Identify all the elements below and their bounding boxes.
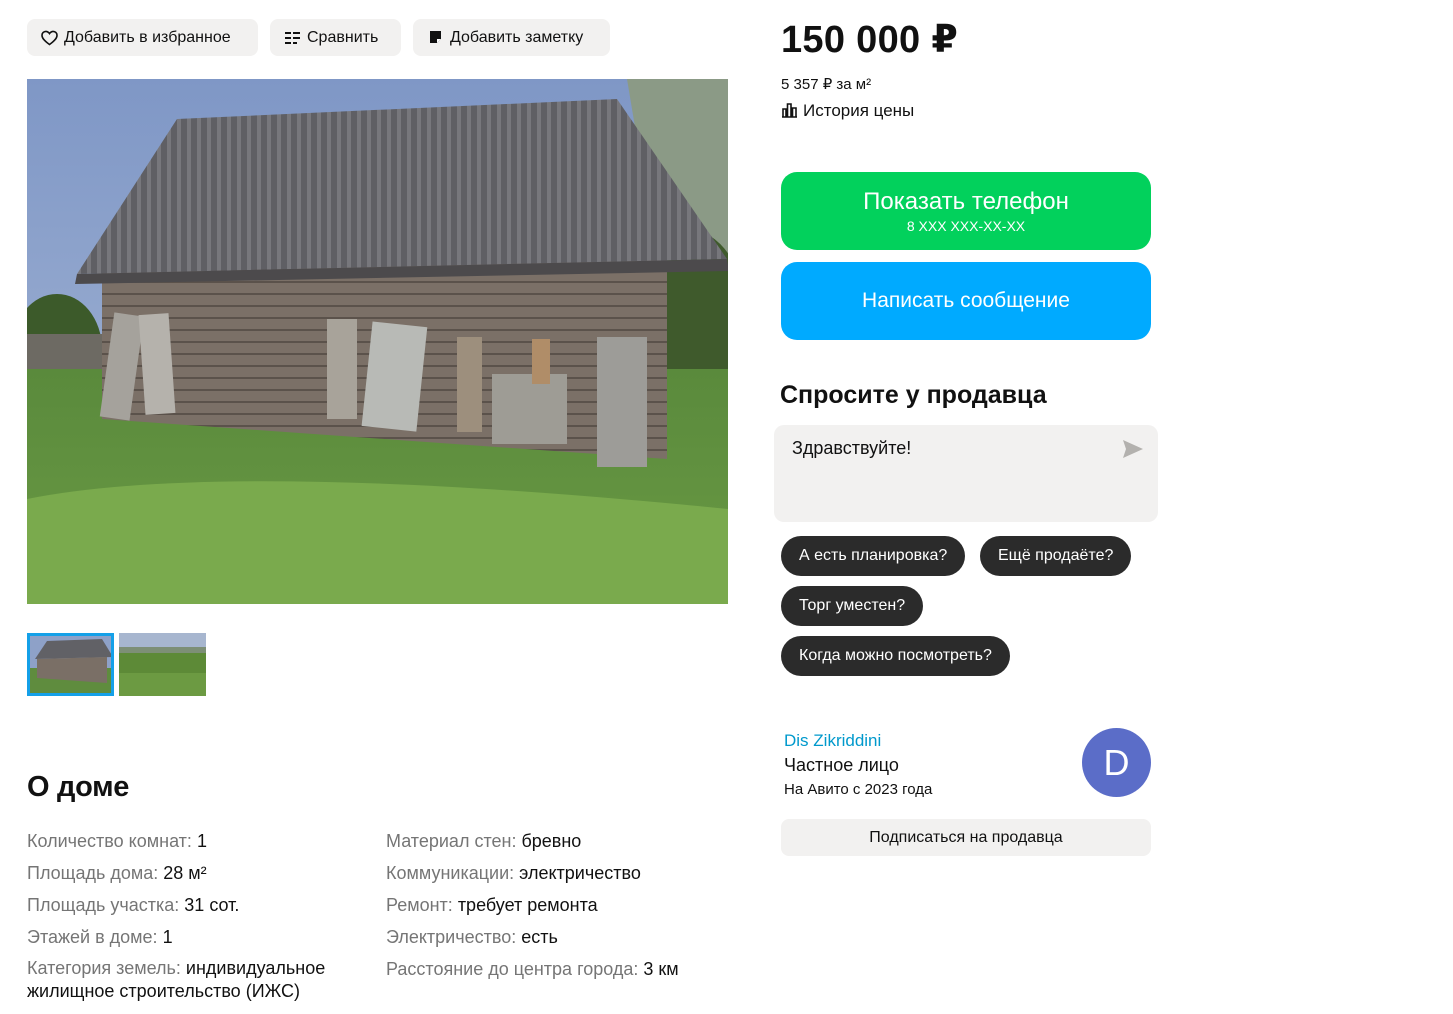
param-plot-area: Площадь участка: 31 сот.	[27, 889, 372, 921]
add-to-favorites-button[interactable]: Добавить в избранное	[27, 19, 258, 56]
param-value: есть	[521, 927, 558, 947]
param-value: требует ремонта	[457, 895, 598, 915]
price-history-link[interactable]: История цены	[781, 101, 914, 121]
param-wall-material: Материал стен: бревно	[386, 825, 726, 857]
show-phone-button[interactable]: Показать телефон 8 XXX XXX-XX-XX	[781, 172, 1151, 250]
param-key: Площадь дома:	[27, 863, 159, 883]
compare-label: Сравнить	[307, 28, 379, 46]
param-value: бревно	[521, 831, 582, 851]
param-electricity: Электричество: есть	[386, 921, 726, 953]
house-thumbnail-image	[27, 633, 114, 696]
seller-since: На Авито с 2023 года	[784, 781, 933, 798]
chip-floor-plan[interactable]: А есть планировка?	[781, 536, 966, 576]
show-phone-label: Показать телефон	[863, 188, 1069, 215]
subscribe-seller-button[interactable]: Подписаться на продавца	[781, 819, 1151, 856]
photo-thumbnails	[27, 633, 206, 696]
price: 150 000 ₽	[781, 19, 959, 61]
ask-seller-title: Спросите у продавца	[780, 381, 1047, 409]
compare-list-icon	[283, 29, 301, 47]
ask-seller-input[interactable]: Здравствуйте!	[774, 425, 1158, 522]
chip-when-to-view[interactable]: Когда можно посмотреть?	[781, 636, 1010, 676]
param-value: 1	[162, 927, 173, 947]
add-to-favorites-label: Добавить в избранное	[64, 28, 231, 46]
param-key: Площадь участка:	[27, 895, 180, 915]
add-note-button[interactable]: Добавить заметку	[413, 19, 610, 56]
param-key: Категория земель:	[27, 958, 181, 978]
heart-icon	[40, 29, 58, 47]
param-key: Этажей в доме:	[27, 927, 158, 947]
param-value: 28 м²	[163, 863, 207, 883]
param-key: Электричество:	[386, 927, 517, 947]
param-floors: Этажей в доме: 1	[27, 921, 372, 953]
thumbnail-2[interactable]	[119, 633, 206, 696]
house-params-left: Количество комнат: 1 Площадь дома: 28 м²…	[27, 825, 372, 1003]
add-note-label: Добавить заметку	[450, 28, 584, 46]
seller-name-link[interactable]: Dis Zikriddini	[784, 731, 881, 751]
param-value: 3 км	[643, 959, 679, 979]
write-message-button[interactable]: Написать сообщение	[781, 262, 1151, 340]
param-value: 31 сот.	[184, 895, 240, 915]
param-value: 1	[196, 831, 207, 851]
param-key: Ремонт:	[386, 895, 453, 915]
param-key: Материал стен:	[386, 831, 517, 851]
bar-chart-icon	[781, 102, 799, 120]
main-photo[interactable]	[27, 79, 728, 604]
param-value: электричество	[519, 863, 641, 883]
field-thumbnail-image	[119, 633, 206, 696]
send-icon[interactable]	[1122, 439, 1144, 459]
house-params-right: Материал стен: бревно Коммуникации: элек…	[386, 825, 726, 985]
ask-seller-input-text: Здравствуйте!	[792, 438, 912, 458]
about-house-title: О доме	[27, 771, 130, 803]
price-per-square-meter: 5 357 ₽ за м²	[781, 76, 872, 93]
phone-mask: 8 XXX XXX-XX-XX	[906, 218, 1026, 234]
thumbnail-1[interactable]	[27, 633, 114, 696]
listing-actions: Добавить в избранное Сравнить Добавить з…	[27, 19, 610, 56]
param-renovation: Ремонт: требует ремонта	[386, 889, 726, 921]
compare-button[interactable]: Сравнить	[270, 19, 401, 56]
param-rooms: Количество комнат: 1	[27, 825, 372, 857]
param-distance-to-center: Расстояние до центра города: 3 км	[386, 953, 726, 985]
param-key: Коммуникации:	[386, 863, 515, 883]
price-history-label: История цены	[803, 101, 915, 120]
old-wooden-house-photo	[27, 79, 728, 604]
seller-type: Частное лицо	[784, 755, 899, 775]
param-house-area: Площадь дома: 28 м²	[27, 857, 372, 889]
param-land-category: Категория земель: индивидуальное жилищно…	[27, 953, 372, 1003]
param-utilities: Коммуникации: электричество	[386, 857, 726, 889]
chip-bargain[interactable]: Торг уместен?	[781, 586, 924, 626]
seller-avatar[interactable]: D	[1082, 728, 1151, 797]
param-key: Расстояние до центра города:	[386, 959, 639, 979]
param-key: Количество комнат:	[27, 831, 192, 851]
chip-still-selling[interactable]: Ещё продаёте?	[980, 536, 1132, 576]
note-icon	[426, 29, 444, 47]
